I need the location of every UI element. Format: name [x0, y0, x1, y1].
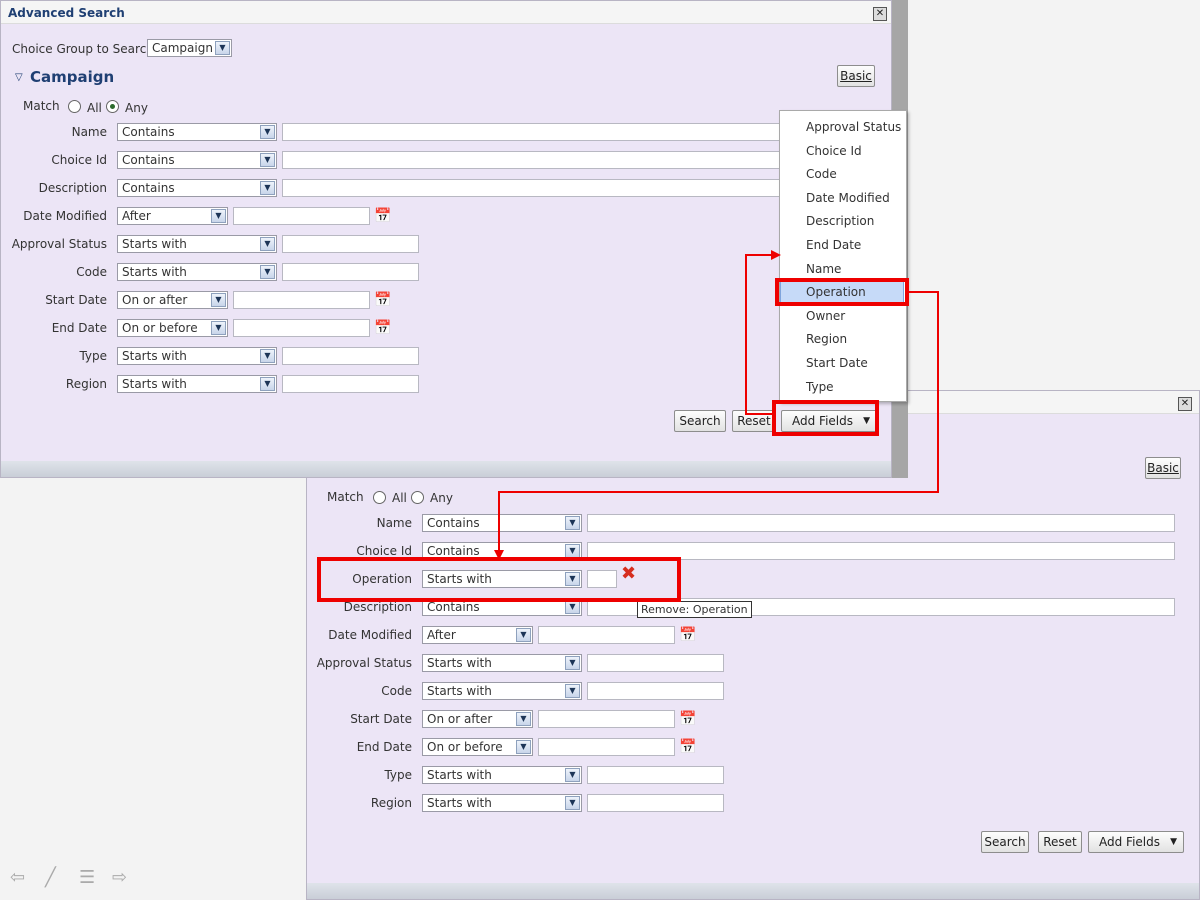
pen-icon[interactable]: ╱: [45, 867, 56, 888]
menu-icon[interactable]: ☰: [79, 867, 95, 888]
arrow-button-to-menu: [745, 254, 775, 415]
arrow-head-row: [494, 550, 504, 560]
annotation-arrows: [494, 250, 939, 560]
arrow-head-menu: [771, 250, 781, 260]
back-arrow-icon[interactable]: ⇦: [10, 867, 25, 888]
arrow-menu-to-row: [498, 291, 939, 552]
forward-arrow-icon[interactable]: ⇨: [112, 867, 127, 888]
